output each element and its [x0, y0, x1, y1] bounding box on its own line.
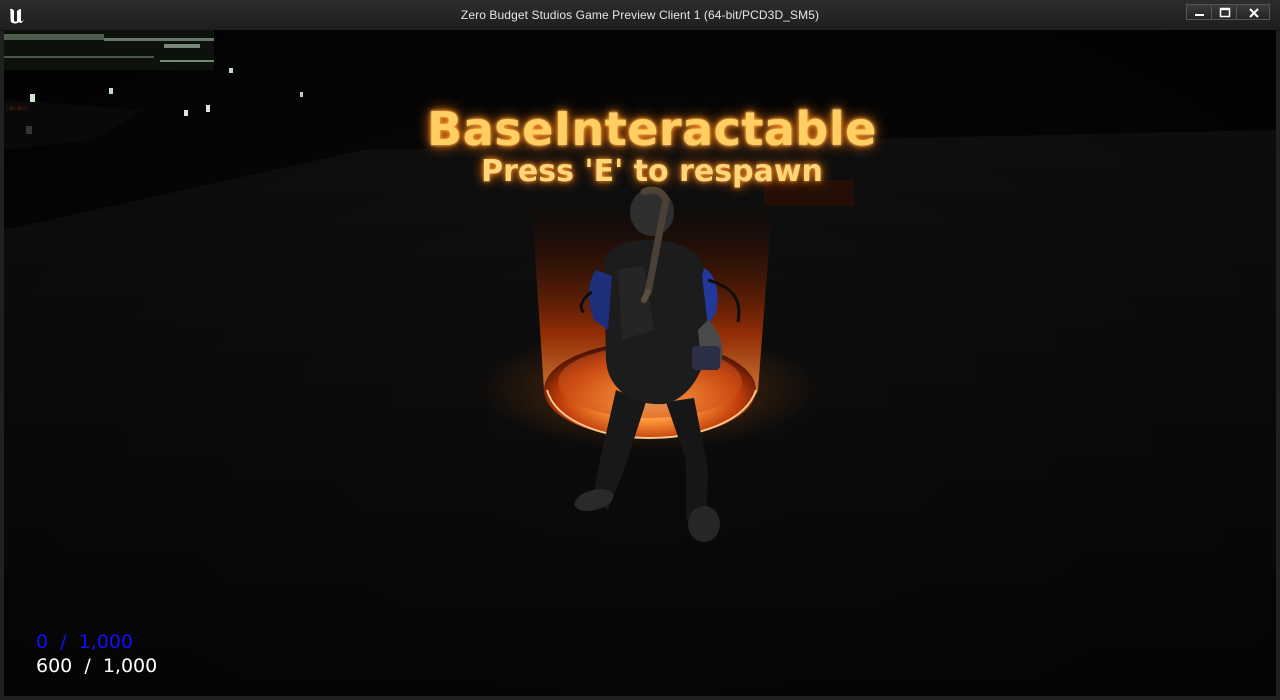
- game-window: Zero Budget Studios Game Preview Client …: [0, 0, 1280, 700]
- window-controls: [1186, 4, 1270, 20]
- hud-secondary-counter: 600 / 1,000: [36, 655, 158, 677]
- hud-stats: 0 / 1,000 600 / 1,000: [36, 630, 157, 678]
- maximize-button[interactable]: [1211, 4, 1237, 20]
- maximize-icon: [1219, 7, 1231, 18]
- minimize-icon: [1195, 14, 1204, 16]
- interactable-name-label: BaseInteractable: [427, 102, 877, 156]
- respawn-prompt-label: Press 'E' to respawn: [481, 154, 823, 189]
- hud-primary-counter: 0 / 1,000: [36, 631, 134, 653]
- window-title: Zero Budget Studios Game Preview Client …: [460, 8, 820, 22]
- game-viewport[interactable]: BaseInteractable Press 'E' to respawn 0 …: [4, 30, 1276, 696]
- close-icon: [1249, 8, 1259, 18]
- minimize-button[interactable]: [1186, 4, 1212, 20]
- window-titlebar[interactable]: Zero Budget Studios Game Preview Client …: [0, 0, 1280, 31]
- close-button[interactable]: [1236, 4, 1270, 20]
